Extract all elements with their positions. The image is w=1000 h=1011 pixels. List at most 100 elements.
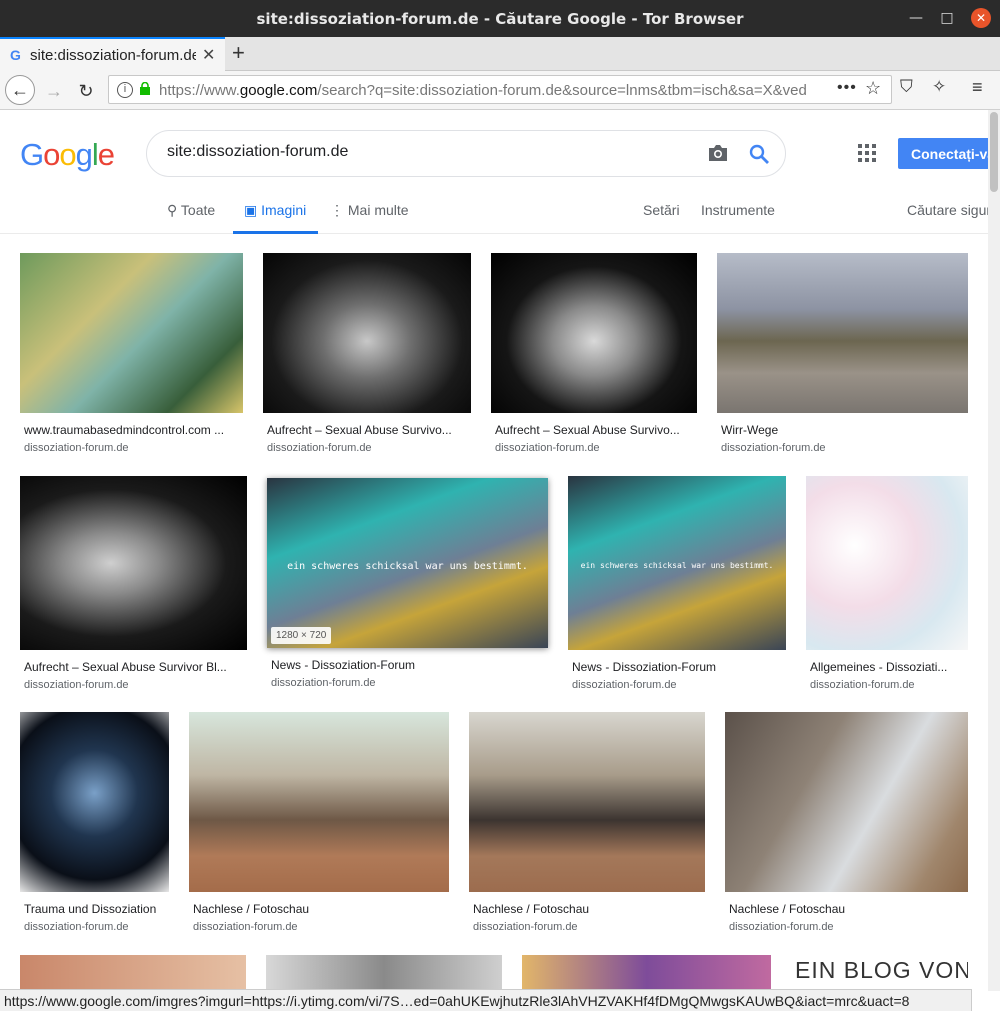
result-thumbnail[interactable]: ein schweres schicksal war uns bestimmt. [568, 476, 786, 650]
minimize-button[interactable]: — [906, 8, 926, 28]
close-tab-icon[interactable]: ✕ [202, 45, 215, 65]
result-source: dissoziation-forum.de [24, 921, 129, 933]
result-caption[interactable]: Trauma und Dissoziation [24, 902, 167, 916]
status-bar: https://www.google.com/imgres?imgurl=htt… [0, 989, 972, 1011]
result-caption[interactable]: Aufrecht – Sexual Abuse Survivo... [267, 423, 469, 437]
image-result[interactable]: Nachlese / Fotoschau dissoziation-forum.d… [189, 712, 449, 942]
result-source: dissoziation-forum.de [24, 679, 129, 691]
result-caption[interactable]: Wirr-Wege [721, 423, 966, 437]
search-icon[interactable] [748, 143, 770, 165]
result-caption[interactable]: Nachlese / Fotoschau [473, 902, 703, 916]
image-result[interactable]: Aufrecht – Sexual Abuse Survivo... dissoz… [263, 253, 471, 463]
logo-letter: o [59, 137, 76, 172]
camera-icon[interactable] [707, 143, 729, 163]
maximize-button[interactable]: □ [937, 8, 957, 28]
apps-grid-icon[interactable] [858, 144, 876, 162]
image-result[interactable]: Allgemeines - Dissoziati... dissoziation-… [806, 476, 968, 700]
result-thumbnail[interactable]: ein schweres schicksal war uns bestimmt.… [267, 478, 548, 648]
search-input[interactable] [167, 143, 687, 161]
vertical-scrollbar[interactable] [988, 110, 1000, 991]
result-source: dissoziation-forum.de [572, 679, 677, 691]
image-result[interactable]: ein schweres schicksal war uns bestimmt.… [267, 478, 548, 698]
tab-title: site:dissoziation-forum.de [30, 47, 196, 64]
logo-letter: g [75, 137, 93, 172]
result-caption[interactable]: News - Dissoziation-Forum [271, 658, 546, 672]
image-icon: ▣ [244, 202, 258, 218]
result-thumbnail[interactable] [20, 253, 243, 413]
page-content: Google Conectați-vă ⚲ Toate ▣ Imagini ⋮ … [0, 110, 988, 991]
result-thumbnail[interactable]: EIN BLOG VON [791, 955, 968, 991]
result-caption[interactable]: News - Dissoziation-Forum [572, 660, 784, 674]
image-result[interactable] [522, 955, 771, 991]
result-thumbnail[interactable] [263, 253, 471, 413]
image-result[interactable]: ein schweres schicksal war uns bestimmt.… [568, 476, 786, 700]
result-thumbnail[interactable] [20, 476, 247, 650]
forward-button[interactable]: → [40, 77, 68, 105]
result-source: dissoziation-forum.de [267, 442, 372, 454]
image-result[interactable] [20, 955, 246, 991]
image-result[interactable]: Nachlese / Fotoschau dissoziation-forum.d… [725, 712, 968, 942]
result-caption[interactable]: www.traumabasedmindcontrol.com ... [24, 423, 241, 437]
lock-icon [140, 82, 150, 95]
thumbnail-overlay-text: EIN BLOG VON [795, 957, 968, 983]
result-thumbnail[interactable] [491, 253, 697, 413]
site-info-icon[interactable]: i [117, 82, 133, 98]
new-identity-icon[interactable]: ✧ [932, 77, 946, 97]
result-source: dissoziation-forum.de [193, 921, 298, 933]
result-source: dissoziation-forum.de [473, 921, 578, 933]
navigation-toolbar: ← → ↻ i https://www.google.com/search?q=… [0, 71, 1000, 110]
result-thumbnail[interactable] [469, 712, 705, 892]
result-caption[interactable]: Nachlese / Fotoschau [193, 902, 447, 916]
search-box[interactable] [146, 130, 786, 177]
sign-in-button[interactable]: Conectați-vă [898, 138, 988, 169]
google-logo[interactable]: Google [20, 137, 115, 173]
result-thumbnail[interactable] [189, 712, 449, 892]
back-button[interactable]: ← [5, 75, 35, 105]
result-thumbnail[interactable] [20, 712, 169, 892]
result-caption[interactable]: Nachlese / Fotoschau [729, 902, 966, 916]
image-result[interactable] [266, 955, 502, 991]
logo-letter: G [20, 137, 44, 172]
result-thumbnail[interactable] [522, 955, 771, 991]
result-source: dissoziation-forum.de [729, 921, 834, 933]
url-text[interactable]: https://www.google.com/search?q=site:dis… [159, 82, 809, 99]
tab-images[interactable]: ▣ Imagini [244, 202, 306, 219]
close-window-button[interactable]: ✕ [971, 8, 991, 28]
reload-button[interactable]: ↻ [72, 77, 100, 105]
result-thumbnail[interactable] [20, 955, 246, 991]
browser-tab[interactable]: G site:dissoziation-forum.de ✕ [0, 37, 225, 71]
result-thumbnail[interactable] [806, 476, 968, 650]
result-source: dissoziation-forum.de [495, 442, 600, 454]
thumbnail-overlay-text: ein schweres schicksal war uns bestimmt. [580, 561, 774, 571]
search-tabs: ⚲ Toate ▣ Imagini ⋮ Mai multe Setări Ins… [0, 192, 988, 234]
image-result[interactable]: Nachlese / Fotoschau dissoziation-forum.d… [469, 712, 705, 942]
tab-strip: G site:dissoziation-forum.de ✕ + [0, 37, 1000, 71]
settings-link[interactable]: Setări [643, 202, 680, 218]
result-caption[interactable]: Allgemeines - Dissoziati... [810, 660, 966, 674]
image-result[interactable]: Trauma und Dissoziation dissoziation-foru… [20, 712, 169, 942]
logo-letter: e [97, 137, 115, 172]
tools-link[interactable]: Instrumente [701, 202, 775, 218]
search-small-icon: ⚲ [167, 202, 178, 218]
hamburger-menu-icon[interactable]: ≡ [972, 77, 983, 98]
result-thumbnail[interactable] [725, 712, 968, 892]
image-result[interactable]: Aufrecht – Sexual Abuse Survivo... dissoz… [491, 253, 697, 463]
address-bar[interactable]: i https://www.google.com/search?q=site:d… [108, 75, 892, 104]
result-thumbnail[interactable] [717, 253, 968, 413]
new-tab-button[interactable]: + [232, 40, 245, 66]
result-caption[interactable]: Aufrecht – Sexual Abuse Survivo... [495, 423, 695, 437]
page-actions-icon[interactable]: ••• [837, 79, 857, 97]
tab-all[interactable]: ⚲ Toate [167, 202, 215, 219]
result-caption[interactable]: Aufrecht – Sexual Abuse Survivor Bl... [24, 660, 245, 674]
result-thumbnail[interactable] [266, 955, 502, 991]
image-result[interactable]: EIN BLOG VON [791, 955, 968, 991]
safe-search-link[interactable]: Căutare sigură [907, 202, 988, 218]
image-result[interactable]: Wirr-Wege dissoziation-forum.de [717, 253, 968, 463]
result-source: dissoziation-forum.de [810, 679, 915, 691]
scrollbar-thumb[interactable] [990, 112, 998, 192]
image-result[interactable]: www.traumabasedmindcontrol.com ... dissoz… [20, 253, 243, 463]
tab-more[interactable]: ⋮ Mai multe [330, 202, 409, 219]
bookmark-star-icon[interactable]: ☆ [865, 78, 881, 99]
shield-icon[interactable]: ⛉ [900, 77, 913, 97]
image-result[interactable]: Aufrecht – Sexual Abuse Survivor Bl... di… [20, 476, 247, 700]
